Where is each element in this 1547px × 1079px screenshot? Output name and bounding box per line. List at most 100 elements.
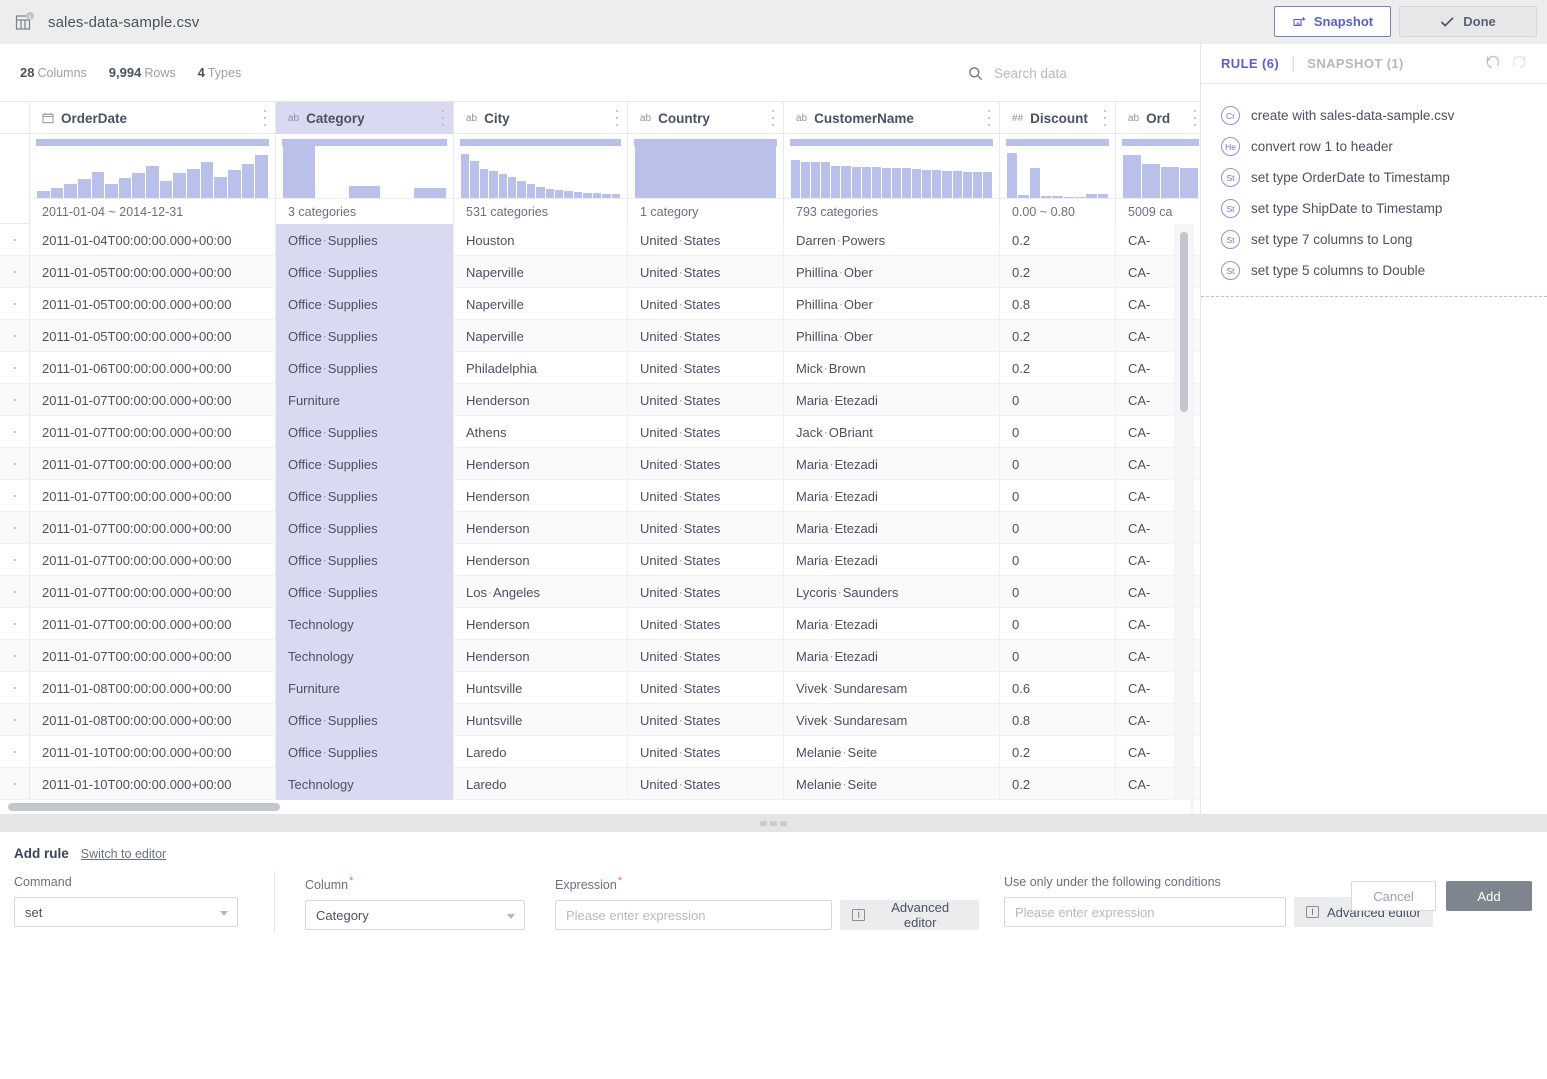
- table-row[interactable]: 2011-01-06T00:00:00.000+00:00 Office · Supp…: [0, 352, 1200, 384]
- table-row[interactable]: 2011-01-07T00:00:00.000+00:00 Office · Supp…: [0, 544, 1200, 576]
- column-header-category[interactable]: ab Category: [276, 102, 454, 134]
- table-row[interactable]: 2011-01-05T00:00:00.000+00:00 Office · Supp…: [0, 288, 1200, 320]
- cell-country[interactable]: United · States: [628, 544, 784, 576]
- cell-orderdate[interactable]: 2011-01-07T00:00:00.000+00:00: [30, 416, 276, 448]
- cell-country[interactable]: United · States: [628, 512, 784, 544]
- cell-city[interactable]: Henderson: [454, 384, 628, 416]
- cell-category[interactable]: Office · Supplies: [276, 288, 454, 320]
- cell-customername[interactable]: Melanie · Seite: [784, 768, 1000, 800]
- cell-city[interactable]: Naperville: [454, 320, 628, 352]
- cell-category[interactable]: Office · Supplies: [276, 416, 454, 448]
- cell-discount[interactable]: 0.2: [1000, 352, 1116, 384]
- cancel-button[interactable]: Cancel: [1351, 881, 1436, 911]
- column-profile-customername[interactable]: 793 categories: [784, 134, 1000, 224]
- cell-city[interactable]: Henderson: [454, 544, 628, 576]
- cell-category[interactable]: Technology: [276, 640, 454, 672]
- cell-country[interactable]: United · States: [628, 768, 784, 800]
- cell-city[interactable]: Henderson: [454, 608, 628, 640]
- advanced-editor-expression-button[interactable]: I Advanced editor: [840, 900, 979, 931]
- cell-country[interactable]: United · States: [628, 704, 784, 736]
- cell-city[interactable]: Huntsville: [454, 672, 628, 704]
- cell-discount[interactable]: 0.8: [1000, 704, 1116, 736]
- cell-category[interactable]: Office · Supplies: [276, 576, 454, 608]
- cell-country[interactable]: United · States: [628, 576, 784, 608]
- column-header-customername[interactable]: ab CustomerName: [784, 102, 1000, 134]
- cell-city[interactable]: Philadelphia: [454, 352, 628, 384]
- cell-country[interactable]: United · States: [628, 608, 784, 640]
- table-row[interactable]: 2011-01-07T00:00:00.000+00:00 Office · Supp…: [0, 480, 1200, 512]
- cell-discount[interactable]: 0: [1000, 448, 1116, 480]
- cell-city[interactable]: Naperville: [454, 288, 628, 320]
- done-button[interactable]: Done: [1399, 6, 1537, 37]
- cell-customername[interactable]: Vivek · Sundaresam: [784, 672, 1000, 704]
- cell-city[interactable]: Los · Angeles: [454, 576, 628, 608]
- column-profile-country[interactable]: 1 category: [628, 134, 784, 224]
- row-gutter[interactable]: [0, 288, 30, 319]
- row-gutter[interactable]: [0, 672, 30, 703]
- column-header-orderdate[interactable]: OrderDate: [30, 102, 276, 134]
- cell-city[interactable]: Naperville: [454, 256, 628, 288]
- table-row[interactable]: 2011-01-05T00:00:00.000+00:00 Office · Supp…: [0, 320, 1200, 352]
- conditions-input[interactable]: [1004, 897, 1286, 927]
- panel-splitter-handle[interactable]: [0, 814, 1547, 832]
- cell-customername[interactable]: Maria · Etezadi: [784, 384, 1000, 416]
- cell-country[interactable]: United · States: [628, 416, 784, 448]
- cell-country[interactable]: United · States: [628, 672, 784, 704]
- cell-country[interactable]: United · States: [628, 448, 784, 480]
- undo-icon[interactable]: [1483, 53, 1501, 71]
- tab-snapshot[interactable]: SNAPSHOT (1): [1307, 56, 1404, 71]
- cell-country[interactable]: United · States: [628, 480, 784, 512]
- cell-country[interactable]: United · States: [628, 224, 784, 256]
- table-row[interactable]: 2011-01-07T00:00:00.000+00:00 Furniture He…: [0, 384, 1200, 416]
- cell-discount[interactable]: 0.2: [1000, 320, 1116, 352]
- column-header-ord[interactable]: ab Ord: [1116, 102, 1200, 134]
- cell-discount[interactable]: 0: [1000, 480, 1116, 512]
- redo-icon[interactable]: [1511, 53, 1529, 71]
- row-gutter[interactable]: [0, 704, 30, 735]
- command-select[interactable]: set: [14, 897, 238, 927]
- rule-item[interactable]: St set type OrderDate to Timestamp: [1201, 162, 1547, 193]
- cell-category[interactable]: Office · Supplies: [276, 736, 454, 768]
- rule-item[interactable]: He convert row 1 to header: [1201, 131, 1547, 162]
- cell-category[interactable]: Office · Supplies: [276, 704, 454, 736]
- row-gutter[interactable]: [0, 416, 30, 447]
- add-button[interactable]: Add: [1446, 881, 1532, 911]
- cell-orderdate[interactable]: 2011-01-07T00:00:00.000+00:00: [30, 576, 276, 608]
- cell-city[interactable]: Laredo: [454, 768, 628, 800]
- cell-country[interactable]: United · States: [628, 288, 784, 320]
- cell-discount[interactable]: 0: [1000, 544, 1116, 576]
- column-header-discount[interactable]: ## Discount: [1000, 102, 1116, 134]
- cell-discount[interactable]: 0: [1000, 576, 1116, 608]
- cell-discount[interactable]: 0.2: [1000, 736, 1116, 768]
- cell-discount[interactable]: 0.8: [1000, 288, 1116, 320]
- table-row[interactable]: 2011-01-08T00:00:00.000+00:00 Furniture Hu…: [0, 672, 1200, 704]
- row-gutter[interactable]: [0, 256, 30, 287]
- cell-city[interactable]: Henderson: [454, 448, 628, 480]
- table-row[interactable]: 2011-01-07T00:00:00.000+00:00 Office · Supp…: [0, 512, 1200, 544]
- cell-discount[interactable]: 0: [1000, 640, 1116, 672]
- cell-country[interactable]: United · States: [628, 256, 784, 288]
- table-row[interactable]: 2011-01-10T00:00:00.000+00:00 Technology L…: [0, 768, 1200, 800]
- cell-customername[interactable]: Maria · Etezadi: [784, 448, 1000, 480]
- cell-category[interactable]: Office · Supplies: [276, 224, 454, 256]
- column-profile-city[interactable]: 531 categories: [454, 134, 628, 224]
- row-gutter[interactable]: [0, 512, 30, 543]
- data-grid[interactable]: OrderDate ab Category ab City ab Country ab Cust…: [0, 102, 1200, 814]
- table-row[interactable]: 2011-01-10T00:00:00.000+00:00 Office · Supp…: [0, 736, 1200, 768]
- row-gutter[interactable]: [0, 768, 30, 799]
- table-row[interactable]: 2011-01-07T00:00:00.000+00:00 Office · Supp…: [0, 416, 1200, 448]
- column-profile-ord[interactable]: 5009 ca: [1116, 134, 1200, 224]
- column-select[interactable]: Category: [305, 900, 525, 931]
- cell-orderdate[interactable]: 2011-01-04T00:00:00.000+00:00: [30, 224, 276, 256]
- cell-orderdate[interactable]: 2011-01-07T00:00:00.000+00:00: [30, 384, 276, 416]
- vertical-scrollbar-thumb[interactable]: [1180, 232, 1188, 412]
- cell-customername[interactable]: Maria · Etezadi: [784, 608, 1000, 640]
- column-header-country[interactable]: ab Country: [628, 102, 784, 134]
- cell-orderdate[interactable]: 2011-01-07T00:00:00.000+00:00: [30, 512, 276, 544]
- cell-discount[interactable]: 0: [1000, 512, 1116, 544]
- table-row[interactable]: 2011-01-08T00:00:00.000+00:00 Office · Supp…: [0, 704, 1200, 736]
- cell-orderdate[interactable]: 2011-01-07T00:00:00.000+00:00: [30, 608, 276, 640]
- column-menu-icon[interactable]: [441, 110, 444, 126]
- cell-city[interactable]: Henderson: [454, 512, 628, 544]
- row-gutter[interactable]: [0, 544, 30, 575]
